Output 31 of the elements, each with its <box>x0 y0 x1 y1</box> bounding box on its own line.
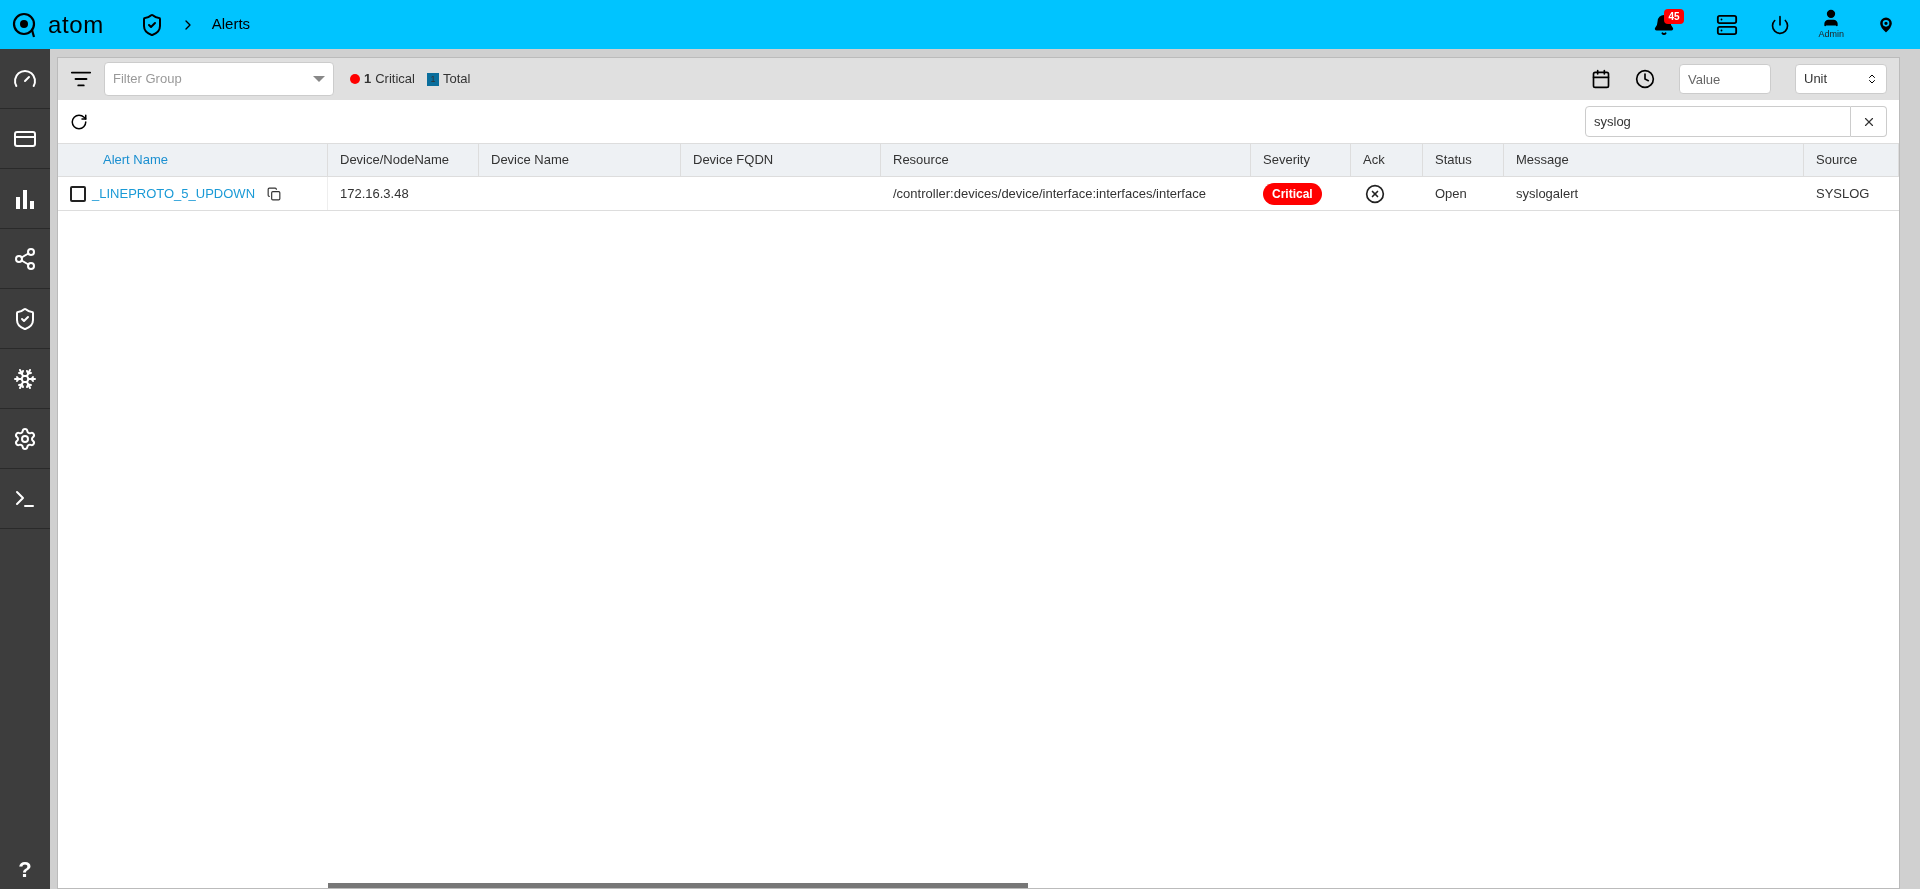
dropdown-placeholder: Filter Group <box>113 70 183 89</box>
user-button[interactable]: Admin <box>1818 7 1844 42</box>
user-label: Admin <box>1818 27 1844 41</box>
column-header[interactable]: Device/NodeName <box>328 144 479 176</box>
column-header[interactable]: Message <box>1504 144 1804 176</box>
column-header[interactable]: Resource <box>881 144 1251 176</box>
critical-count: 1 <box>364 70 372 89</box>
column-header[interactable]: Severity <box>1251 144 1351 176</box>
total-label: Total <box>442 70 471 89</box>
column-header[interactable]: Status <box>1423 144 1504 176</box>
severity-badge: Critical <box>1263 182 1322 205</box>
table-cell-text: SYSLOG <box>1815 184 1871 203</box>
column-header[interactable]: Device FQDN <box>681 144 881 176</box>
table-cell-text: /controller:devices/device/interface:interfaces/interface <box>892 184 1207 203</box>
table-cell-text: syslogalert <box>1515 184 1580 203</box>
unit-select[interactable]: Unit <box>1795 64 1887 94</box>
select-value: Unit <box>1804 70 1829 89</box>
logo-text: atom <box>48 9 104 40</box>
value-field[interactable]: Value <box>1679 64 1771 94</box>
critical-label: Critical <box>375 70 415 89</box>
column-header[interactable]: Source <box>1804 144 1899 176</box>
help-button[interactable]: ? <box>0 849 50 889</box>
total-count: 1 <box>426 72 439 86</box>
search-field[interactable]: syslog <box>1585 106 1851 137</box>
table-cell-text: Open <box>1434 184 1468 203</box>
notifications-button[interactable]: 45 <box>1644 4 1685 45</box>
column-header[interactable]: Ack <box>1351 144 1423 176</box>
breadcrumb-item[interactable]: Alerts <box>211 13 251 36</box>
column-header[interactable]: Device Name <box>479 144 681 176</box>
notification-count: 45 <box>1664 8 1684 24</box>
table-cell-text: 172.16.3.48 <box>339 184 410 203</box>
